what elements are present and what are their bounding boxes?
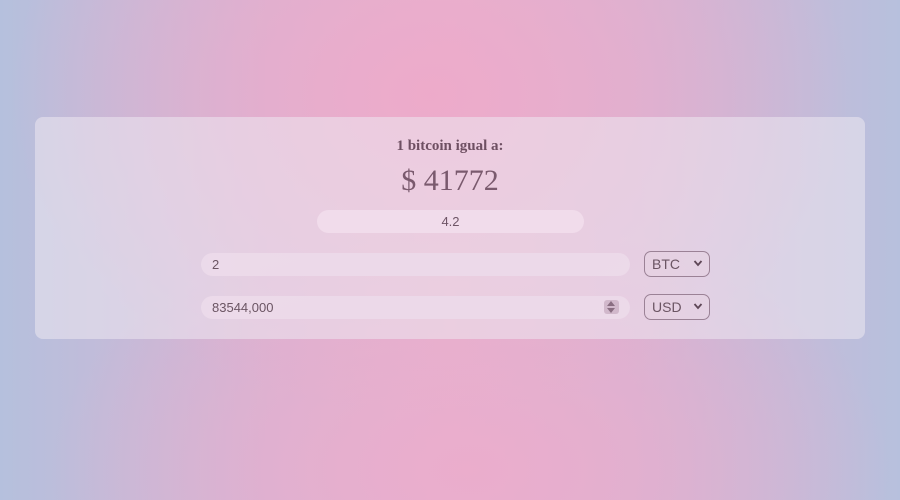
bitcoin-price: $ 41772	[401, 164, 499, 197]
result-input-value: 83544,000	[212, 300, 274, 315]
result-input[interactable]: 83544,000	[201, 296, 630, 319]
ratio-display: 4.2	[317, 210, 584, 233]
chevron-down-icon	[693, 260, 703, 267]
chevron-down-icon	[693, 303, 703, 310]
spinner-down-icon[interactable]	[607, 308, 615, 313]
from-currency-value: BTC	[652, 256, 680, 272]
amount-input-value: 2	[212, 257, 220, 272]
spinner-icon[interactable]	[604, 300, 619, 314]
converter-title: 1 bitcoin igual a:	[396, 138, 504, 154]
to-currency-select[interactable]: USD	[644, 294, 710, 320]
spinner-up-icon[interactable]	[607, 301, 615, 306]
amount-input[interactable]: 2	[201, 253, 630, 276]
from-currency-select[interactable]: BTC	[644, 251, 710, 277]
converter-card: 1 bitcoin igual a: $ 41772 4.2 2 BTC 835…	[35, 117, 865, 339]
to-currency-value: USD	[652, 299, 682, 315]
